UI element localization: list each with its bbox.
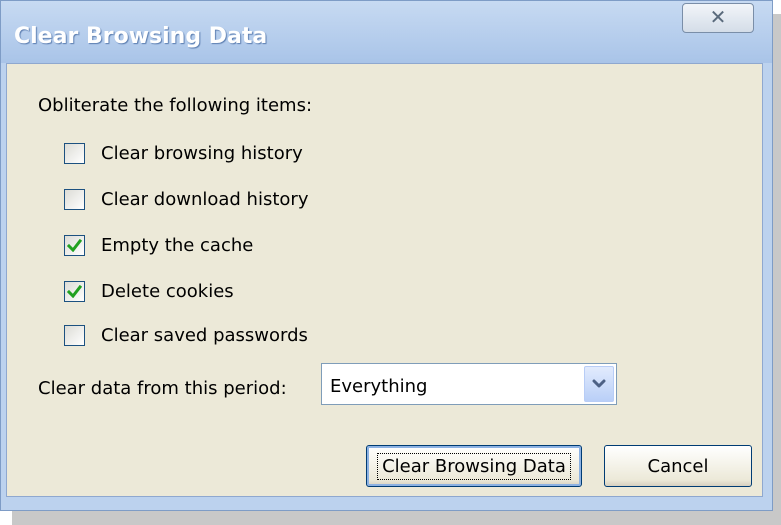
close-icon: ✕ (709, 5, 727, 29)
checkbox-label: Delete cookies (101, 280, 234, 302)
dialog-window: Clear Browsing Data ✕ Obliterate the fol… (0, 0, 773, 511)
checkbox-box[interactable] (64, 324, 85, 346)
close-button[interactable]: ✕ (682, 3, 754, 33)
button-label: Cancel (647, 455, 709, 477)
checkbox-box[interactable] (64, 280, 85, 302)
checkbox-empty-cache[interactable]: Empty the cache (64, 233, 253, 257)
clear-browsing-data-button[interactable]: Clear Browsing Data (366, 445, 582, 487)
title-bar[interactable]: Clear Browsing Data ✕ (1, 1, 772, 63)
dropdown-button[interactable] (584, 366, 614, 402)
period-select[interactable]: Everything (321, 363, 617, 405)
checkbox-label: Empty the cache (101, 234, 254, 256)
checkbox-box[interactable] (64, 188, 85, 210)
period-label: Clear data from this period: (38, 378, 287, 399)
window-title: Clear Browsing Data (14, 24, 268, 49)
checkbox-delete-cookies[interactable]: Delete cookies (64, 279, 234, 303)
checkmark-icon (67, 284, 82, 298)
checkmark-icon (67, 238, 82, 252)
checkbox-label: Clear browsing history (101, 142, 303, 164)
checkbox-clear-download-history[interactable]: Clear download history (64, 187, 308, 211)
button-label: Clear Browsing Data (377, 452, 571, 480)
period-select-value: Everything (330, 376, 428, 397)
checkbox-label: Clear download history (101, 188, 309, 210)
cancel-button[interactable]: Cancel (604, 445, 752, 487)
checkbox-box[interactable] (64, 234, 85, 256)
checkbox-label: Clear saved passwords (101, 324, 308, 346)
items-heading: Obliterate the following items: (38, 95, 313, 116)
checkbox-clear-saved-passwords[interactable]: Clear saved passwords (64, 323, 308, 347)
checkbox-clear-browsing-history[interactable]: Clear browsing history (64, 141, 303, 165)
chevron-down-icon (592, 379, 606, 388)
checkbox-box[interactable] (64, 142, 85, 164)
dialog-body: Obliterate the following items: Clear br… (6, 63, 763, 497)
